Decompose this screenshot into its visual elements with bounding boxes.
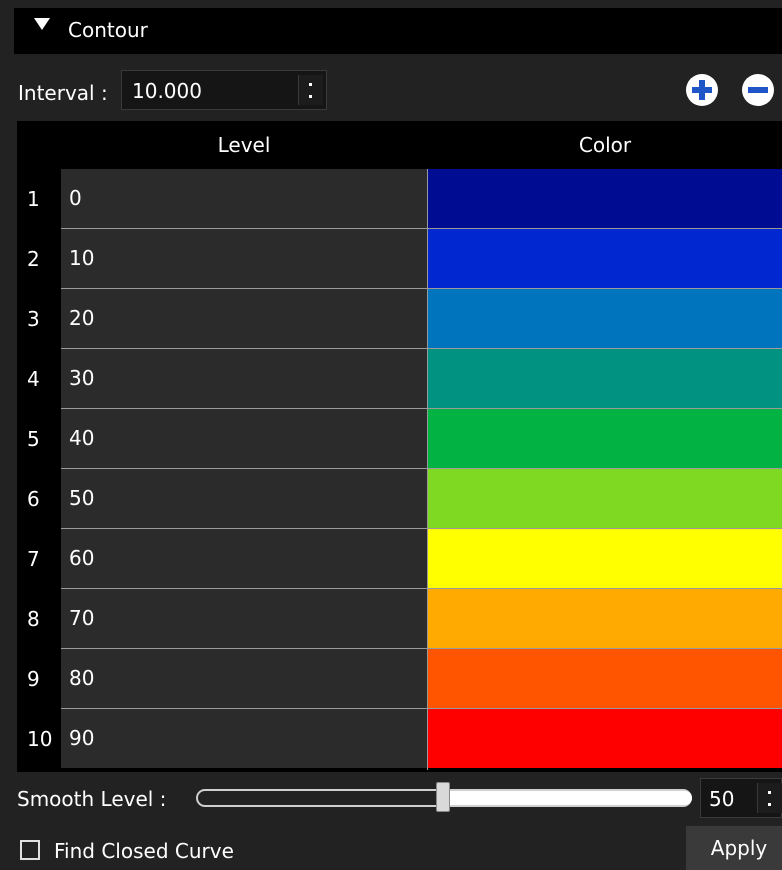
spin-down-icon[interactable] bbox=[309, 95, 312, 98]
level-cell[interactable]: 70 bbox=[61, 589, 427, 648]
row-index: 3 bbox=[27, 307, 40, 331]
color-swatch-cell[interactable] bbox=[428, 349, 782, 408]
level-cell[interactable]: 20 bbox=[61, 289, 427, 348]
interval-spinbox[interactable]: 10.000 bbox=[121, 70, 327, 110]
column-header-level[interactable]: Level bbox=[61, 121, 427, 169]
smooth-level-spinbox[interactable]: 50 bbox=[700, 778, 782, 818]
table-row[interactable]: 2 10 bbox=[17, 229, 782, 289]
table-row[interactable]: 4 30 bbox=[17, 349, 782, 409]
color-swatch-cell[interactable] bbox=[428, 169, 782, 228]
level-cell[interactable]: 0 bbox=[61, 169, 427, 228]
table-row[interactable]: 5 40 bbox=[17, 409, 782, 469]
contour-section-header[interactable]: Contour bbox=[14, 8, 782, 54]
interval-spin-buttons[interactable] bbox=[298, 75, 323, 105]
row-index: 6 bbox=[27, 487, 40, 511]
table-row[interactable]: 8 70 bbox=[17, 589, 782, 649]
contour-levels-table: Level Color 1 0 2 10 3 20 4 30 5 40 6 50 7 60 8 70 9 80 10… bbox=[17, 121, 782, 772]
minus-circle-icon bbox=[748, 87, 768, 93]
level-cell[interactable]: 10 bbox=[61, 229, 427, 288]
color-swatch-cell[interactable] bbox=[428, 589, 782, 648]
table-row[interactable]: 10 bbox=[17, 169, 782, 229]
row-index: 9 bbox=[27, 667, 40, 691]
level-cell[interactable]: 30 bbox=[61, 349, 427, 408]
interval-label: Interval : bbox=[18, 81, 108, 105]
color-swatch-cell[interactable] bbox=[428, 529, 782, 588]
table-row[interactable]: 9 80 bbox=[17, 649, 782, 709]
smooth-spin-buttons[interactable] bbox=[757, 783, 782, 813]
collapse-triangle-icon[interactable] bbox=[34, 18, 50, 30]
row-index: 4 bbox=[27, 367, 40, 391]
remove-level-button[interactable] bbox=[742, 74, 774, 106]
row-index: 8 bbox=[27, 607, 40, 631]
table-row[interactable]: 3 20 bbox=[17, 289, 782, 349]
color-swatch-cell[interactable] bbox=[428, 229, 782, 288]
find-closed-curve-checkbox[interactable] bbox=[20, 840, 40, 860]
color-swatch-cell[interactable] bbox=[428, 289, 782, 348]
column-divider bbox=[427, 169, 428, 770]
spin-down-icon[interactable] bbox=[768, 803, 771, 806]
apply-button[interactable]: Apply bbox=[686, 826, 782, 870]
row-index: 7 bbox=[27, 547, 40, 571]
level-cell[interactable]: 60 bbox=[61, 529, 427, 588]
level-cell[interactable]: 40 bbox=[61, 409, 427, 468]
column-header-color[interactable]: Color bbox=[428, 121, 782, 169]
add-level-button[interactable] bbox=[686, 74, 718, 106]
level-cell[interactable]: 80 bbox=[61, 649, 427, 708]
slider-fill bbox=[446, 791, 692, 805]
color-swatch-cell[interactable] bbox=[428, 649, 782, 708]
level-cell[interactable]: 90 bbox=[61, 709, 427, 768]
color-swatch-cell[interactable] bbox=[428, 469, 782, 528]
smooth-level-value[interactable]: 50 bbox=[709, 786, 734, 812]
row-index: 1 bbox=[27, 187, 40, 211]
interval-value[interactable]: 10.000 bbox=[132, 78, 202, 104]
smooth-level-label: Smooth Level : bbox=[17, 787, 167, 811]
table-row[interactable]: 10 90 bbox=[17, 709, 782, 769]
find-closed-curve-label: Find Closed Curve bbox=[54, 839, 234, 863]
color-swatch-cell[interactable] bbox=[428, 409, 782, 468]
table-row[interactable]: 6 50 bbox=[17, 469, 782, 529]
level-cell[interactable]: 50 bbox=[61, 469, 427, 528]
color-swatch-cell[interactable] bbox=[428, 709, 782, 768]
spin-up-icon[interactable] bbox=[768, 791, 771, 794]
spin-up-icon[interactable] bbox=[309, 83, 312, 86]
row-index: 5 bbox=[27, 427, 40, 451]
slider-thumb[interactable] bbox=[436, 782, 450, 812]
table-row[interactable]: 7 60 bbox=[17, 529, 782, 589]
section-title: Contour bbox=[68, 18, 148, 42]
row-index: 10 bbox=[27, 727, 53, 751]
row-index: 2 bbox=[27, 247, 40, 271]
